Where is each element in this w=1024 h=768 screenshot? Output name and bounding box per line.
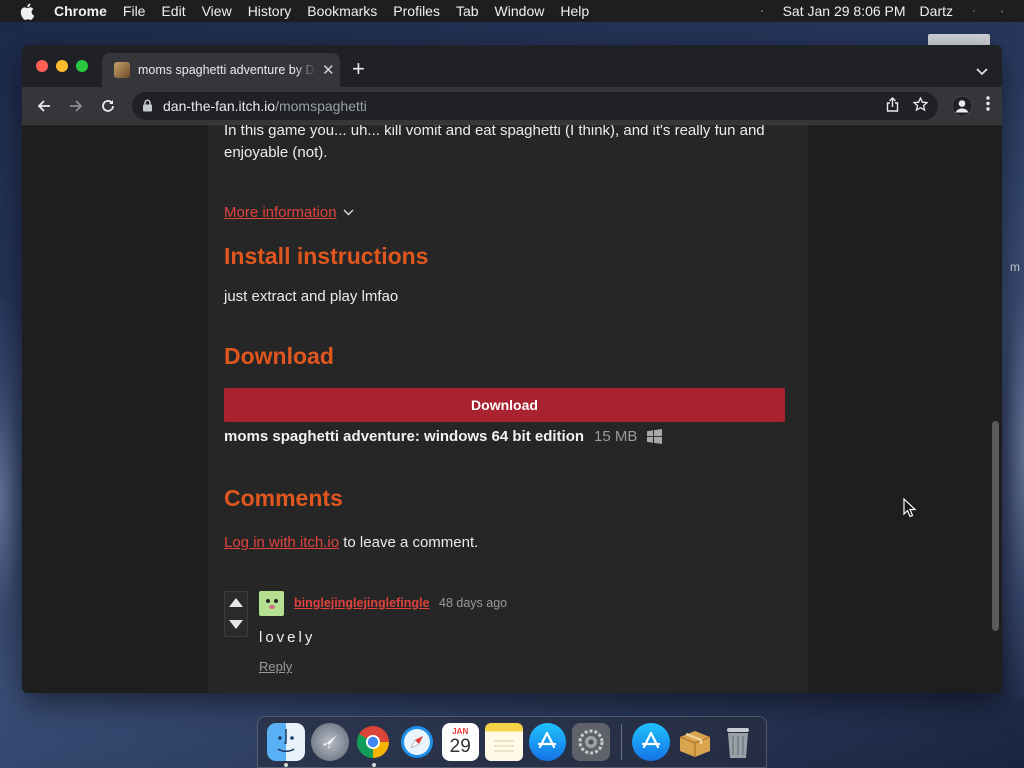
tab-bar: moms spaghetti adventure by Dartz ✕ +: [22, 45, 1002, 87]
menu-bar: Chrome File Edit View History Bookmarks …: [0, 0, 1024, 22]
menubar-datetime[interactable]: Sat Jan 29 8:06 PM: [776, 3, 913, 19]
download-file-name: moms spaghetti adventure: windows 64 bit…: [224, 428, 585, 445]
chrome-running-indicator: [371, 763, 376, 767]
tab-search-chevron-icon[interactable]: [976, 63, 988, 81]
browser-tab-active[interactable]: moms spaghetti adventure by Dartz ✕: [102, 53, 340, 87]
window-minimize-button[interactable]: [56, 60, 68, 72]
page-column: In this game you... uh... kill vomit and…: [208, 125, 808, 693]
upvote-icon[interactable]: [229, 594, 243, 612]
download-file-row: moms spaghetti adventure: windows 64 bit…: [224, 428, 788, 445]
finder-icon[interactable]: [267, 723, 305, 767]
reload-button[interactable]: [94, 92, 122, 120]
download-heading: Download: [224, 343, 334, 369]
vote-controls: [224, 591, 248, 637]
menubar-user[interactable]: Dartz: [913, 3, 960, 19]
menu-profiles[interactable]: Profiles: [385, 0, 448, 22]
browser-window: moms spaghetti adventure by Dartz ✕ + da…: [22, 45, 1002, 693]
windows-platform-icon: [647, 429, 663, 444]
eject-icon[interactable]: [754, 3, 770, 19]
bookmark-star-icon[interactable]: [912, 95, 929, 115]
chrome-icon[interactable]: [355, 723, 393, 767]
launchpad-icon[interactable]: [311, 723, 349, 761]
tab-favicon-icon: [114, 62, 130, 78]
comment-item: binglejinglejinglefingle 48 days ago lov…: [224, 591, 788, 681]
finder-running-indicator: [284, 763, 288, 767]
page-scrollbar[interactable]: [988, 125, 1002, 693]
tab-close-icon[interactable]: ✕: [322, 61, 335, 79]
safari-icon[interactable]: [398, 723, 436, 761]
comment-body: lovely: [259, 629, 316, 646]
trash-icon[interactable]: [719, 723, 757, 761]
comments-heading: Comments: [224, 485, 343, 511]
apple-icon[interactable]: [20, 2, 38, 20]
game-page-content: In this game you... uh... kill vomit and…: [224, 125, 788, 681]
share-icon[interactable]: [886, 96, 899, 115]
profile-avatar-icon[interactable]: [952, 95, 972, 116]
page-viewport[interactable]: In this game you... uh... kill vomit and…: [22, 125, 1002, 693]
comment-reply-link[interactable]: Reply: [259, 659, 292, 674]
install-instructions-text: just extract and play lmfao: [224, 288, 399, 305]
menu-history[interactable]: History: [240, 0, 300, 22]
new-tab-button[interactable]: +: [352, 58, 365, 80]
system-preferences-icon[interactable]: [572, 723, 610, 761]
chevron-down-icon[interactable]: [343, 209, 354, 216]
scrollbar-thumb[interactable]: [992, 421, 999, 631]
notes-icon[interactable]: [485, 723, 523, 761]
login-prompt-suffix: to leave a comment.: [339, 534, 479, 551]
login-prompt: Log in with itch.io to leave a comment.: [224, 534, 788, 551]
window-controls: [36, 60, 88, 72]
menu-help[interactable]: Help: [552, 0, 597, 22]
menu-app-name[interactable]: Chrome: [54, 0, 115, 22]
menu-bookmarks[interactable]: Bookmarks: [299, 0, 385, 22]
game-description: In this game you... uh... kill vomit and…: [224, 125, 765, 161]
dock-separator: [620, 724, 622, 760]
menu-edit[interactable]: Edit: [153, 0, 193, 22]
menu-file[interactable]: File: [115, 0, 154, 22]
more-information-toggle[interactable]: More information: [224, 204, 788, 221]
browser-toolbar: dan-the-fan.itch.io/momspaghetti: [22, 87, 1002, 125]
control-center-icon[interactable]: [994, 3, 1010, 19]
calendar-icon[interactable]: JAN 29: [441, 723, 479, 761]
forward-button[interactable]: [62, 92, 90, 120]
download-button[interactable]: Download: [224, 388, 785, 422]
commenter-avatar[interactable]: [259, 591, 284, 616]
install-instructions-heading: Install instructions: [224, 243, 429, 269]
spotlight-search-icon[interactable]: [966, 3, 982, 19]
mouse-cursor-icon: [903, 497, 917, 523]
archive-package-icon[interactable]: [676, 723, 714, 761]
dock: JAN 29: [257, 716, 767, 768]
window-close-button[interactable]: [36, 60, 48, 72]
app-store-downloads-icon[interactable]: [632, 723, 670, 761]
app-store-icon[interactable]: [528, 723, 566, 761]
login-link[interactable]: Log in with itch.io: [224, 534, 339, 551]
url-path: /momspaghetti: [275, 97, 367, 114]
menu-view[interactable]: View: [194, 0, 240, 22]
more-information-link[interactable]: More information: [224, 204, 337, 221]
tab-title: moms spaghetti adventure by Dartz: [138, 63, 316, 77]
comment-timestamp[interactable]: 48 days ago: [439, 596, 507, 610]
browser-menu-icon[interactable]: [986, 95, 990, 116]
lock-icon[interactable]: [142, 99, 153, 112]
menu-window[interactable]: Window: [487, 0, 553, 22]
download-file-size: 15 MB: [594, 428, 638, 445]
desktop-file-label[interactable]: m: [1010, 260, 1020, 274]
url-host: dan-the-fan.itch.io: [163, 97, 276, 114]
commenter-username-link[interactable]: binglejinglejinglefingle: [294, 596, 429, 610]
downvote-icon[interactable]: [229, 616, 243, 634]
address-bar[interactable]: dan-the-fan.itch.io/momspaghetti: [132, 91, 938, 120]
back-button[interactable]: [30, 92, 58, 120]
menu-tab[interactable]: Tab: [448, 0, 487, 22]
calendar-day: 29: [449, 736, 471, 757]
window-zoom-button[interactable]: [76, 60, 88, 72]
